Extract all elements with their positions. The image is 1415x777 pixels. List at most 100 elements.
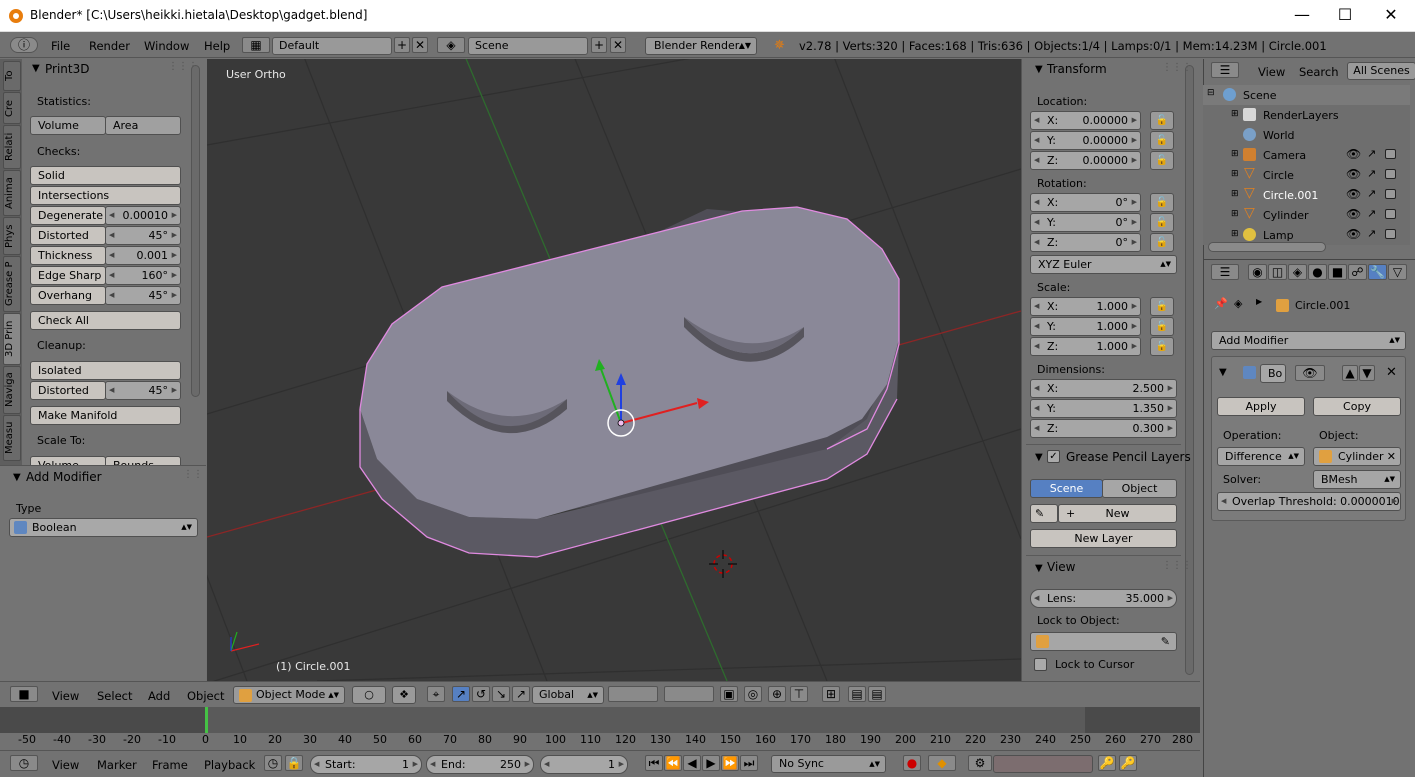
expand-toggle-icon[interactable]: ⊞: [1231, 149, 1239, 159]
tab-grease-pencil[interactable]: Grease P: [3, 256, 21, 312]
operation-select[interactable]: Difference ▲▼: [1217, 447, 1305, 466]
location-x-field[interactable]: ◀ X: 0.00000 ▶: [1030, 111, 1141, 130]
degenerate-button[interactable]: Degenerate: [30, 206, 106, 225]
object-tab-icon[interactable]: ■: [1328, 264, 1347, 280]
intersections-button[interactable]: Intersections: [30, 186, 181, 205]
tab-create[interactable]: Cre: [3, 92, 21, 124]
pin-icon[interactable]: 📌: [1214, 297, 1228, 310]
preview-range-icon[interactable]: ◷: [264, 755, 282, 771]
grease-pencil-checkbox[interactable]: ✓: [1047, 450, 1060, 463]
gp-new-layer-button[interactable]: New Layer: [1030, 529, 1177, 548]
lock-time-icon[interactable]: 🔒: [285, 755, 303, 771]
dimension-x-field[interactable]: ◀ X: 2.500 ▶: [1030, 379, 1177, 398]
render-tab-icon[interactable]: ◉: [1248, 264, 1267, 280]
isolated-button[interactable]: Isolated: [30, 361, 181, 380]
menu-window[interactable]: Window: [144, 39, 189, 53]
gp-new-button[interactable]: + New: [1058, 504, 1177, 523]
dimension-y-field[interactable]: ◀ Y: 1.350 ▶: [1030, 399, 1177, 418]
world-tab-icon[interactable]: ●: [1308, 264, 1327, 280]
jump-start-icon[interactable]: ⏮: [645, 755, 663, 771]
outliner-view-menu[interactable]: View: [1258, 65, 1285, 79]
type-select[interactable]: Boolean ▲▼: [9, 518, 198, 537]
solver-select[interactable]: BMesh ▲▼: [1313, 470, 1401, 489]
properties-editor-icon[interactable]: ☰: [1211, 264, 1239, 280]
expand-toggle-icon[interactable]: ⊞: [1231, 189, 1239, 199]
render-icon[interactable]: [1385, 229, 1396, 239]
expand-toggle-icon[interactable]: ⊞: [1231, 109, 1239, 119]
tab-tools[interactable]: To: [3, 61, 21, 91]
scene-field[interactable]: Scene: [468, 37, 588, 55]
cursor-icon[interactable]: ↗: [1367, 187, 1376, 200]
lens-field[interactable]: ◀ Lens: 35.000 ▶: [1030, 589, 1177, 608]
scale-y-field[interactable]: ◀ Y: 1.000 ▶: [1030, 317, 1141, 336]
outliner-editor-icon[interactable]: ☰: [1211, 62, 1239, 78]
panel-scrollbar[interactable]: [191, 65, 200, 397]
collapse-icon[interactable]: ▼: [1035, 563, 1043, 574]
render-icon[interactable]: [1385, 149, 1396, 159]
render-still-icon[interactable]: ▤: [848, 686, 866, 702]
gp-object-tab[interactable]: Object: [1102, 479, 1177, 498]
scale-x-field[interactable]: ◀ X: 1.000 ▶: [1030, 297, 1141, 316]
maximize-button[interactable]: ☐: [1322, 0, 1368, 32]
editor-type-icon[interactable]: ◷: [10, 755, 38, 771]
collapse-toggle-icon[interactable]: ⊟: [1207, 88, 1215, 98]
tab-physics[interactable]: Phys: [3, 217, 21, 255]
render-layers-tab-icon[interactable]: ◫: [1268, 264, 1287, 280]
tab-animation[interactable]: Anima: [3, 170, 21, 216]
menu-file[interactable]: File: [51, 39, 70, 53]
remove-modifier-icon[interactable]: ✕: [1386, 365, 1397, 380]
outliner-scrollbar[interactable]: [1208, 242, 1326, 252]
remove-screen-icon[interactable]: ✕: [412, 37, 428, 53]
lock-icon[interactable]: 🔓: [1150, 317, 1174, 336]
location-z-field[interactable]: ◀ Z: 0.00000 ▶: [1030, 151, 1141, 170]
keying-icon[interactable]: ◆: [928, 755, 956, 771]
lock-icon[interactable]: 🔓: [1150, 233, 1174, 252]
distorted-cleanup-value[interactable]: ◀ 45° ▶: [105, 381, 181, 400]
volume-button[interactable]: Volume: [30, 116, 106, 135]
snap-icon[interactable]: ⊕: [768, 686, 786, 702]
collapse-icon[interactable]: ▼: [1219, 367, 1227, 378]
timeline-track[interactable]: [0, 707, 1200, 733]
keyframe-type-icon[interactable]: ⚙: [968, 755, 992, 771]
menu-add[interactable]: Add: [148, 689, 170, 703]
cursor-icon[interactable]: ↗: [1367, 207, 1376, 220]
tree-item-lamp[interactable]: Lamp: [1263, 229, 1294, 242]
move-down-icon[interactable]: ▼: [1359, 365, 1375, 381]
editor-type-icon[interactable]: ■: [10, 686, 38, 702]
layers-row-2[interactable]: [664, 686, 714, 702]
eye-icon[interactable]: 👁: [1346, 167, 1361, 181]
eye-icon[interactable]: 👁: [1346, 227, 1361, 241]
menu-view[interactable]: View: [52, 758, 79, 772]
lock-icon[interactable]: 🔓: [1150, 297, 1174, 316]
tree-item-world[interactable]: World: [1263, 129, 1295, 142]
lock-icon[interactable]: 🔓: [1150, 151, 1174, 170]
render-icon[interactable]: [1385, 169, 1396, 179]
next-keyframe-icon[interactable]: ⏩: [721, 755, 739, 771]
data-tab-icon[interactable]: ▽: [1388, 264, 1407, 280]
clear-icon[interactable]: ✕: [1387, 448, 1396, 465]
insert-keyframe-icon[interactable]: 🔑: [1098, 755, 1116, 771]
degenerate-value[interactable]: ◀ 0.00010 ▶: [105, 206, 181, 225]
menu-help[interactable]: Help: [204, 39, 230, 53]
editor-type-icon[interactable]: ⓘ: [10, 37, 38, 53]
outliner-filter-select[interactable]: All Scenes: [1347, 62, 1415, 80]
collapse-icon[interactable]: ▼: [1035, 64, 1043, 75]
distorted-cleanup-button[interactable]: Distorted: [30, 381, 106, 400]
thickness-button[interactable]: Thickness: [30, 246, 106, 265]
area-button[interactable]: Area: [105, 116, 181, 135]
snap-element-icon[interactable]: ⊤: [790, 686, 808, 702]
layers-row-1[interactable]: [608, 686, 658, 702]
expand-toggle-icon[interactable]: ⊞: [1231, 229, 1239, 239]
menu-object[interactable]: Object: [187, 689, 224, 703]
menu-render[interactable]: Render: [89, 39, 130, 53]
pivot-point-select[interactable]: ❖: [392, 686, 416, 704]
distorted-value[interactable]: ◀ 45° ▶: [105, 226, 181, 245]
manipulator-scale-icon[interactable]: ↗: [512, 686, 530, 702]
rotate-icon[interactable]: ↺: [472, 686, 490, 702]
constraints-tab-icon[interactable]: ☍: [1348, 264, 1367, 280]
lock-to-cursor-checkbox[interactable]: [1034, 658, 1047, 671]
scene-tab-icon[interactable]: ◈: [1288, 264, 1307, 280]
lock-icon[interactable]: 🔓: [1150, 131, 1174, 150]
render-icon[interactable]: [1385, 189, 1396, 199]
cursor-icon[interactable]: ↗: [1367, 227, 1376, 240]
